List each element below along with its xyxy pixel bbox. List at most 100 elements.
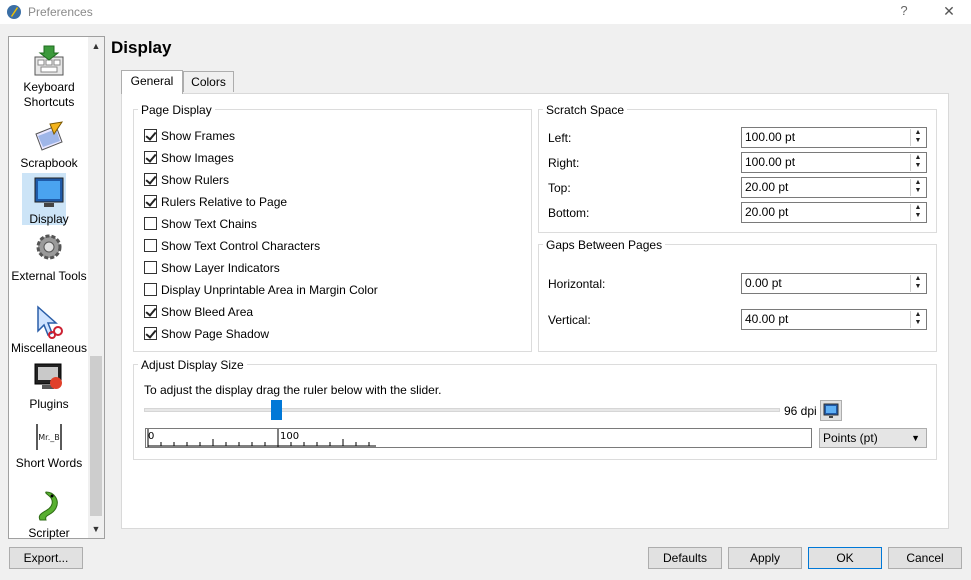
scratch-left-spinbox[interactable]: 100.00 pt ▲ ▼: [741, 127, 927, 148]
checkbox-box[interactable]: [144, 283, 157, 296]
scribus-app-icon: [7, 5, 21, 19]
display-size-slider-thumb[interactable]: [271, 400, 282, 420]
sidebar-item-keyboard-shortcuts[interactable]: Keyboard Shortcuts: [10, 44, 88, 110]
show-text-chains-checkbox[interactable]: Show Text Chains: [144, 217, 257, 233]
spin-arrows[interactable]: ▲ ▼: [910, 275, 925, 292]
tab-general[interactable]: General: [121, 70, 183, 94]
checkbox-box[interactable]: [144, 305, 157, 318]
checkbox-label: Show Rulers: [161, 173, 230, 187]
sidebar-item-short-words[interactable]: Mr._B Short Words: [10, 420, 88, 471]
gap-horizontal-label: Horizontal:: [548, 277, 606, 291]
window-title: Preferences: [28, 5, 93, 19]
help-button[interactable]: ?: [893, 3, 915, 21]
scratch-left-value[interactable]: 100.00 pt: [745, 130, 795, 144]
sidebar-item-miscellaneous[interactable]: Miscellaneous: [10, 305, 88, 356]
close-button[interactable]: ✕: [938, 3, 960, 21]
display-size-slider[interactable]: [144, 408, 780, 412]
short-words-icon: Mr._B: [36, 424, 62, 450]
tab-colors[interactable]: Colors: [183, 71, 234, 92]
gear-icon: [36, 234, 62, 260]
scroll-up-button[interactable]: ▲: [88, 38, 104, 54]
checkbox-box[interactable]: [144, 239, 157, 252]
scratch-right-value[interactable]: 100.00 pt: [745, 155, 795, 169]
ok-button[interactable]: OK: [808, 547, 882, 569]
show-page-shadow-checkbox[interactable]: Show Page Shadow: [144, 327, 269, 343]
spin-arrows[interactable]: ▲ ▼: [910, 204, 925, 221]
show-images-checkbox[interactable]: Show Images: [144, 151, 234, 167]
export-button[interactable]: Export...: [9, 547, 83, 569]
gap-vertical-spinbox[interactable]: 40.00 pt ▲ ▼: [741, 309, 927, 330]
scratch-right-label: Right:: [548, 156, 580, 170]
checkbox-box[interactable]: [144, 327, 157, 340]
show-rulers-checkbox[interactable]: Show Rulers: [144, 173, 229, 189]
scratch-bottom-value[interactable]: 20.00 pt: [745, 205, 788, 219]
plugins-icon: [34, 363, 62, 389]
checkbox-box[interactable]: [144, 173, 157, 186]
sidebar-item-plugins[interactable]: Plugins: [10, 361, 88, 412]
spin-arrows[interactable]: ▲ ▼: [910, 311, 925, 328]
checkbox-label: Show Bleed Area: [161, 305, 254, 319]
show-bleed-area-checkbox[interactable]: Show Bleed Area: [144, 305, 253, 321]
spin-arrows[interactable]: ▲ ▼: [910, 154, 925, 171]
checkbox-label: Show Text Control Characters: [161, 239, 321, 253]
scratch-top-value[interactable]: 20.00 pt: [745, 180, 788, 194]
sidebar-item-external-tools[interactable]: External Tools: [10, 233, 88, 284]
scratch-right-spinbox[interactable]: 100.00 pt ▲ ▼: [741, 152, 927, 173]
show-layer-indicators-checkbox[interactable]: Show Layer Indicators: [144, 261, 280, 277]
checkbox-label: Show Layer Indicators: [161, 261, 280, 275]
checkbox-box[interactable]: [144, 129, 157, 142]
scratch-top-spinbox[interactable]: 20.00 pt ▲ ▼: [741, 177, 927, 198]
checkbox-label: Show Images: [161, 151, 234, 165]
gap-vertical-value[interactable]: 40.00 pt: [745, 312, 788, 326]
checkbox-label: Show Page Shadow: [161, 327, 270, 341]
page-display-title: Page Display: [138, 103, 215, 117]
sidebar-scrollbar-thumb[interactable]: [90, 356, 102, 516]
sidebar-item-scrapbook[interactable]: Scrapbook: [10, 120, 88, 171]
display-ruler[interactable]: 0 100: [145, 428, 812, 448]
rulers-relative-checkbox[interactable]: Rulers Relative to Page: [144, 195, 287, 211]
gap-vertical-label: Vertical:: [548, 313, 591, 327]
ruler-ticks: 0 100: [147, 429, 376, 447]
scratch-left-label: Left:: [548, 131, 572, 145]
unprintable-area-checkbox[interactable]: Display Unprintable Area in Margin Color: [144, 283, 378, 299]
apply-button[interactable]: Apply: [728, 547, 802, 569]
scratch-top-label: Top:: [548, 181, 571, 195]
checkbox-box[interactable]: [144, 151, 157, 164]
gaps-title: Gaps Between Pages: [543, 238, 666, 252]
python-icon: [38, 491, 58, 521]
checkbox-label: Rulers Relative to Page: [161, 195, 288, 209]
gaps-between-pages-group: [538, 244, 937, 352]
spin-arrows[interactable]: ▲ ▼: [910, 179, 925, 196]
sidebar-item-display[interactable]: Display: [10, 176, 88, 227]
scroll-down-button[interactable]: ▼: [88, 521, 104, 537]
scratch-space-title: Scratch Space: [543, 103, 628, 117]
unit-select[interactable]: Points (pt) ▼: [819, 428, 927, 448]
scratch-bottom-label: Bottom:: [548, 206, 590, 220]
scrapbook-icon: [35, 121, 64, 151]
gap-horizontal-spinbox[interactable]: 0.00 pt ▲ ▼: [741, 273, 927, 294]
show-frames-checkbox[interactable]: Show Frames: [144, 129, 235, 145]
sidebar-item-label: Display: [29, 212, 69, 226]
sidebar-item-label: Keyboard Shortcuts: [23, 80, 75, 109]
sidebar-item-scripter[interactable]: Scripter: [10, 490, 88, 541]
adjust-instruction: To adjust the display drag the ruler bel…: [144, 383, 442, 397]
checkbox-box[interactable]: [144, 217, 157, 230]
dpi-readout: 96 dpi: [784, 404, 817, 418]
monitor-icon: [34, 177, 64, 207]
unit-select-value: Points (pt): [823, 431, 878, 445]
sidebar-item-label: Short Words: [15, 456, 83, 470]
gap-horizontal-value[interactable]: 0.00 pt: [745, 276, 782, 290]
cancel-button[interactable]: Cancel: [888, 547, 962, 569]
ruler-label-100: 100: [280, 431, 299, 442]
checkbox-box[interactable]: [144, 195, 157, 208]
checkbox-label: Show Text Chains: [161, 217, 257, 231]
defaults-button[interactable]: Defaults: [648, 547, 722, 569]
calibrate-display-button[interactable]: [820, 400, 842, 421]
checkbox-box[interactable]: [144, 261, 157, 274]
ruler-label-0: 0: [148, 431, 154, 442]
svg-text:Mr._B: Mr._B: [38, 433, 60, 442]
scratch-bottom-spinbox[interactable]: 20.00 pt ▲ ▼: [741, 202, 927, 223]
spin-arrows[interactable]: ▲ ▼: [910, 129, 925, 146]
show-text-control-chars-checkbox[interactable]: Show Text Control Characters: [144, 239, 320, 255]
sidebar-item-label: External Tools: [11, 269, 87, 283]
